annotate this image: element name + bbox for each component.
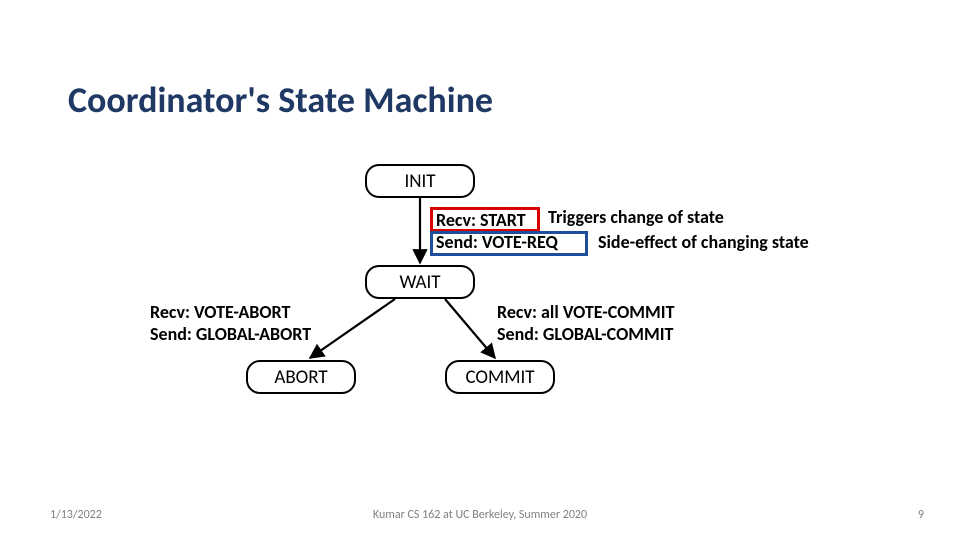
footer-page-number: 9 — [918, 508, 924, 522]
state-init: INIT — [365, 164, 475, 198]
state-abort-label: ABORT — [274, 366, 327, 389]
highlight-send-box — [430, 231, 588, 256]
state-commit: COMMIT — [445, 360, 555, 394]
state-commit-label: COMMIT — [465, 366, 534, 389]
annotation-trigger: Triggers change of state — [548, 207, 724, 229]
footer-center: Kumar CS 162 at UC Berkeley, Summer 2020 — [0, 508, 960, 522]
edge-wait-commit-send: Send: GLOBAL-COMMIT — [497, 324, 673, 346]
edge-wait-abort-recv: Recv: VOTE-ABORT — [150, 302, 290, 324]
edge-wait-commit-recv: Recv: all VOTE-COMMIT — [497, 302, 674, 324]
state-wait-label: WAIT — [399, 271, 440, 294]
state-abort: ABORT — [246, 360, 356, 394]
edge-wait-abort-send: Send: GLOBAL-ABORT — [150, 324, 311, 346]
highlight-recv-box — [430, 207, 540, 232]
state-wait: WAIT — [365, 265, 475, 299]
page-title: Coordinator's State Machine — [68, 78, 493, 122]
state-init-label: INIT — [404, 170, 435, 193]
annotation-side-effect: Side-effect of changing state — [598, 232, 809, 254]
